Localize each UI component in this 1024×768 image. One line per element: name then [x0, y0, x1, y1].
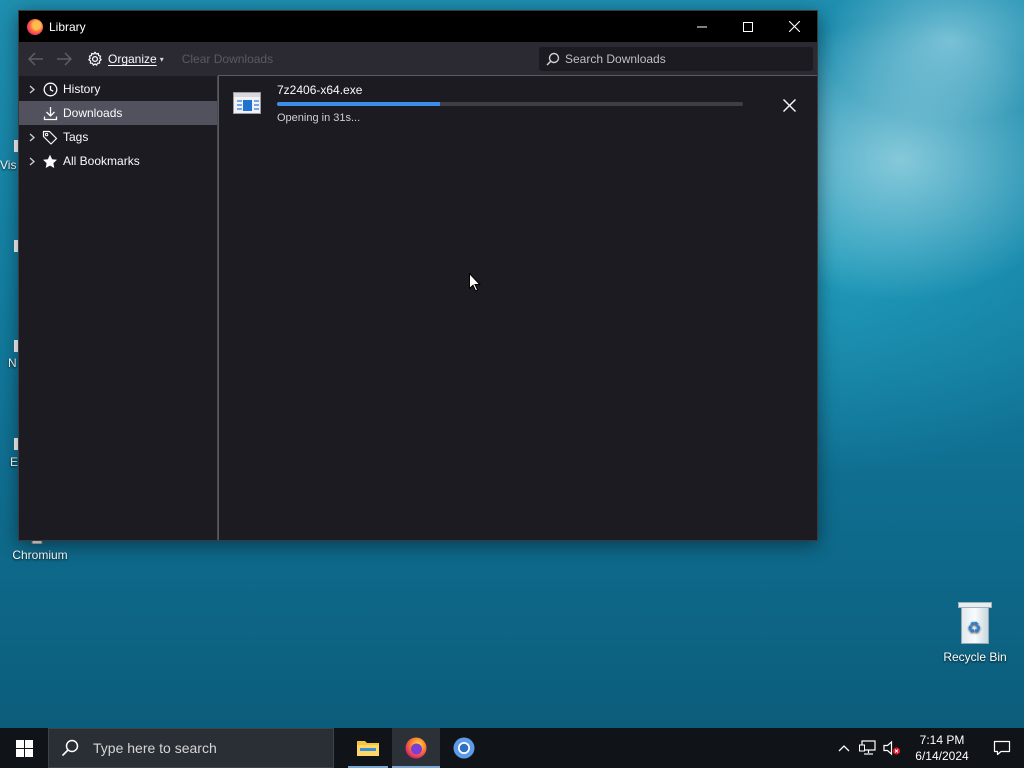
download-progress-bar	[277, 102, 743, 106]
taskbar-search-box[interactable]: Type here to search	[48, 728, 334, 768]
downloads-list: 7z2406-x64.exe Opening in 31s...	[218, 75, 817, 540]
search-downloads-box[interactable]	[539, 47, 813, 71]
window-controls	[679, 11, 817, 42]
taskbar-chromium[interactable]	[440, 728, 488, 768]
organize-button[interactable]: Organize ▾	[87, 51, 164, 67]
download-item[interactable]: 7z2406-x64.exe Opening in 31s...	[219, 76, 817, 132]
network-icon	[859, 740, 876, 755]
organize-label: Organize	[108, 52, 157, 66]
library-content: History Downloads Tags All Bookmarks 7z2…	[19, 75, 817, 540]
taskbar-firefox[interactable]	[392, 728, 440, 768]
clock-time: 7:14 PM	[919, 733, 965, 747]
chevron-right-icon[interactable]	[27, 157, 37, 166]
desktop-icon-fragment[interactable]	[0, 438, 18, 452]
sidebar-item-downloads[interactable]: Downloads	[19, 101, 217, 125]
folder-icon	[357, 741, 379, 756]
title-bar[interactable]: Library	[19, 11, 817, 42]
sidebar-item-label: Downloads	[63, 106, 123, 120]
search-icon	[546, 52, 560, 66]
taskbar-file-explorer[interactable]	[344, 728, 392, 768]
maximize-button[interactable]	[725, 11, 771, 42]
cancel-download-button[interactable]	[779, 95, 799, 115]
mouse-cursor-icon	[469, 272, 481, 295]
recycle-bin-icon: ♻	[958, 602, 992, 644]
download-icon	[41, 106, 59, 121]
arrow-left-icon	[28, 52, 43, 66]
search-icon	[61, 739, 79, 757]
clock-date: 6/14/2024	[915, 749, 969, 763]
close-icon	[782, 98, 796, 112]
toolbar: Organize ▾ Clear Downloads	[19, 42, 817, 76]
download-filename: 7z2406-x64.exe	[277, 83, 363, 97]
close-button[interactable]	[771, 11, 817, 42]
desktop-icon-fragment[interactable]	[0, 140, 18, 154]
sidebar-item-label: History	[63, 82, 101, 96]
chevron-down-icon: ▾	[159, 54, 164, 64]
chevron-right-icon[interactable]	[27, 85, 37, 94]
show-hidden-icons-button[interactable]	[832, 728, 856, 768]
chevron-right-icon[interactable]	[27, 133, 37, 142]
download-status: Opening in 31s...	[277, 112, 361, 124]
network-button[interactable]	[856, 728, 880, 768]
minimize-icon	[697, 26, 707, 27]
sidebar-item-label: All Bookmarks	[63, 154, 140, 168]
desktop-icon-label: Chromium	[12, 548, 68, 562]
library-window: Library Organize ▾ Clear Downloads Searc…	[18, 10, 818, 541]
sidebar-item-all-bookmarks[interactable]: All Bookmarks	[19, 149, 217, 173]
firefox-icon	[27, 18, 43, 35]
places-sidebar: History Downloads Tags All Bookmarks	[19, 76, 218, 540]
minimize-button[interactable]	[679, 11, 725, 42]
desktop-icon-recycle-bin[interactable]: ♻ Recycle Bin	[937, 602, 1013, 664]
start-button[interactable]	[0, 728, 48, 768]
sidebar-item-label: Tags	[63, 130, 89, 144]
exe-file-icon	[233, 92, 261, 114]
chevron-up-icon	[838, 745, 850, 752]
clock-icon	[41, 82, 59, 97]
window-title: Library	[49, 19, 86, 34]
windows-logo-icon	[15, 739, 33, 757]
star-icon	[41, 154, 59, 169]
close-icon	[788, 21, 800, 32]
download-progress-fill	[277, 102, 441, 106]
back-button[interactable]	[25, 48, 47, 70]
action-center-button[interactable]	[980, 728, 1024, 768]
forward-button[interactable]	[53, 48, 75, 70]
taskbar-search-placeholder: Type here to search	[93, 740, 217, 756]
taskbar: Type here to search 7:14 PM 6/14/2024	[0, 728, 1024, 768]
tag-icon	[41, 130, 59, 145]
volume-button[interactable]	[880, 728, 904, 768]
arrow-right-icon	[57, 52, 72, 66]
desktop-icon-label: Recycle Bin	[943, 650, 1007, 664]
clear-downloads-button[interactable]: Clear Downloads	[182, 52, 273, 66]
firefox-icon	[405, 737, 427, 759]
speaker-muted-icon	[883, 740, 901, 756]
notification-icon	[993, 740, 1011, 756]
desktop-label-fragment: Vis	[0, 158, 17, 172]
desktop-icon-fragment[interactable]	[0, 340, 18, 354]
taskbar-clock[interactable]: 7:14 PM 6/14/2024	[904, 732, 980, 764]
chromium-icon	[453, 737, 475, 759]
search-downloads-input[interactable]	[565, 49, 812, 69]
sidebar-item-tags[interactable]: Tags	[19, 125, 217, 149]
system-tray: 7:14 PM 6/14/2024	[832, 728, 1024, 768]
sidebar-item-history[interactable]: History	[19, 77, 217, 101]
gear-icon	[88, 51, 102, 66]
maximize-icon	[743, 21, 753, 32]
desktop-icon-fragment[interactable]	[0, 240, 18, 254]
